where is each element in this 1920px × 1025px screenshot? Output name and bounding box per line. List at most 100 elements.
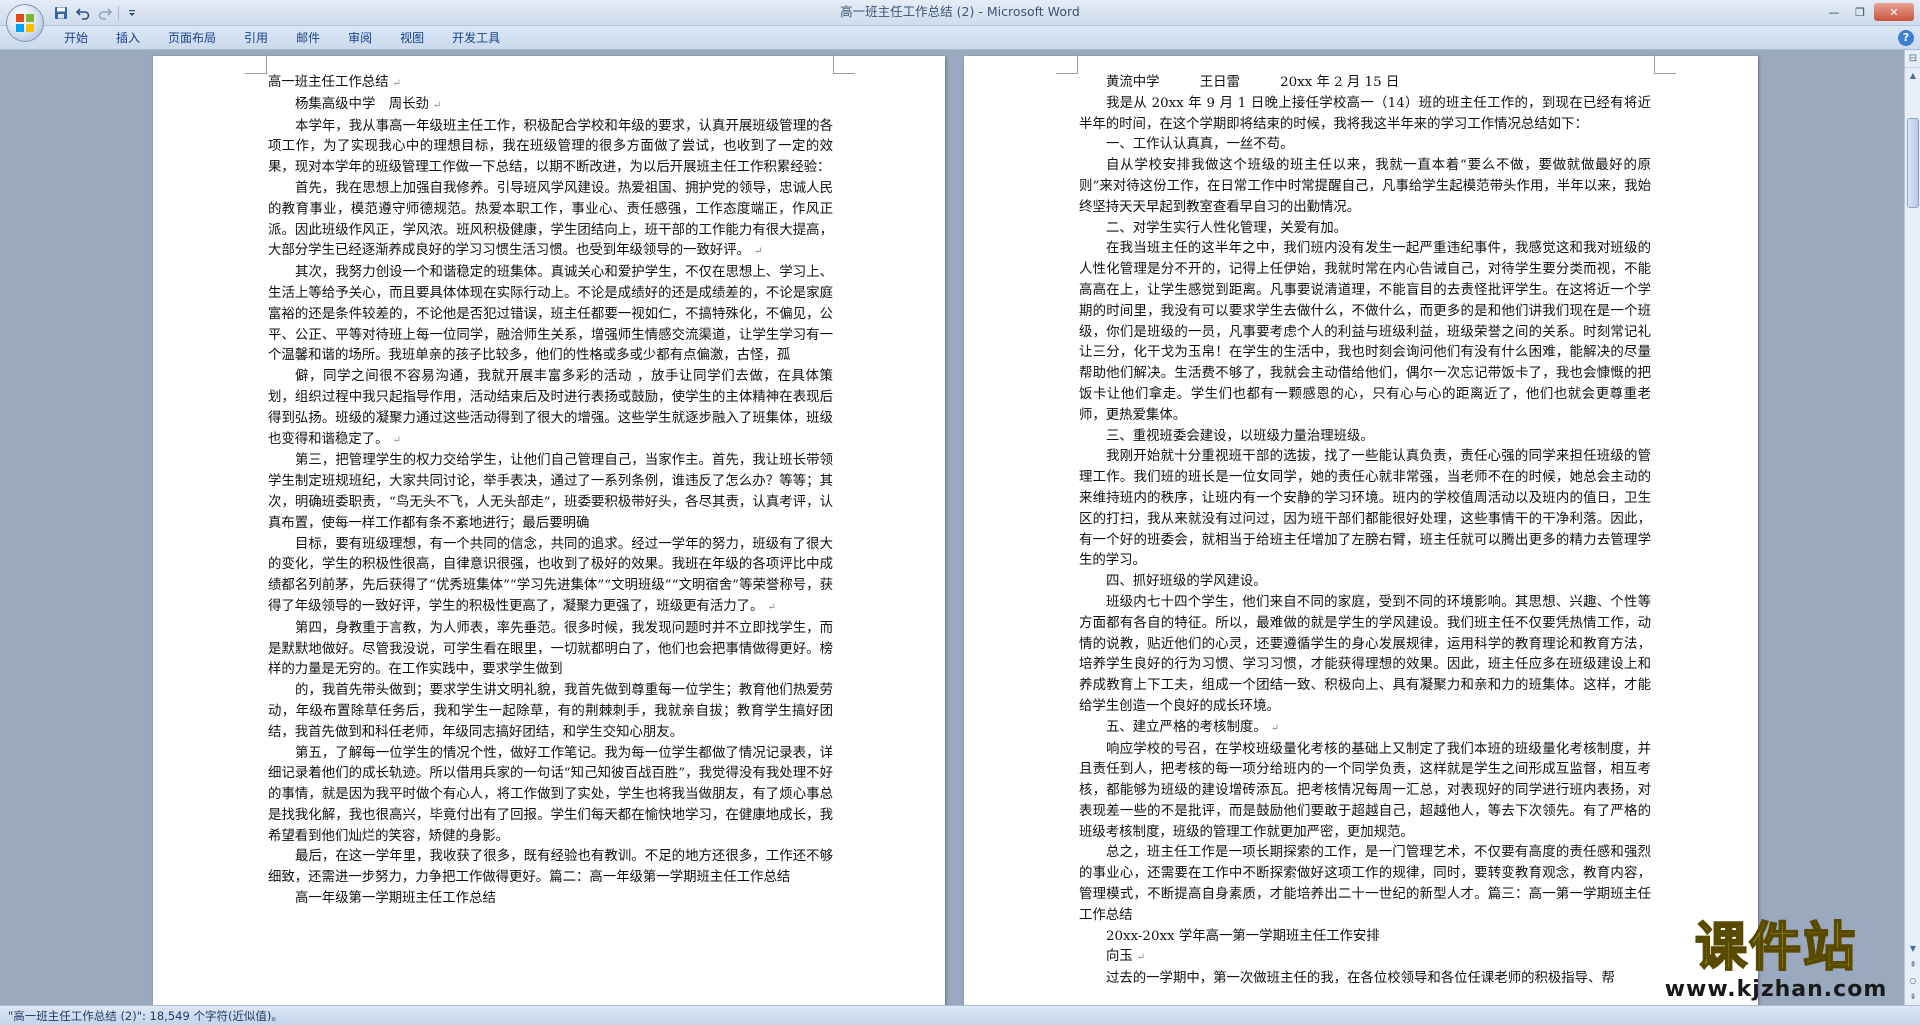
paragraph[interactable]: 向玉 ↵	[1079, 947, 1651, 969]
select-browse-object-icon[interactable]: ○	[1905, 973, 1920, 989]
margin-corner-mark	[1056, 52, 1078, 74]
paragraph-mark-icon: ↵	[432, 99, 442, 111]
paragraph[interactable]: 目标，要有班级理想，有一个共同的信念，共同的追求。经过一学年的努力，班级有了很大…	[268, 535, 833, 619]
paragraph[interactable]: 第五，了解每一位学生的情况个性，做好工作笔记。我为每一位学生都做了情况记录表，详…	[268, 744, 833, 848]
office-button[interactable]	[6, 4, 44, 42]
tab-home[interactable]: 开始	[50, 26, 102, 50]
site-watermark: 课件站 www.kjzhan.com	[1656, 918, 1896, 1003]
paragraph-text: 班级内七十四个学生，他们来自不同的家庭，受到不同的环境影响。其思想、兴趣、个性等…	[1079, 594, 1651, 714]
paragraph-text: 二、对学生实行人性化管理，关爱有加。	[1106, 220, 1348, 236]
paragraph[interactable]: 第三，把管理学生的权力交给学生，让他们自己管理自己，当家作主。首先，我让班长带领…	[268, 451, 833, 534]
paragraph[interactable]: 首先，我在思想上加强自我修养。引导班风学风建设。热爱祖国、拥护党的领导，忠诚人民…	[268, 179, 833, 263]
paragraph[interactable]: 一、工作认认真真，一丝不苟。	[1079, 135, 1651, 156]
paragraph[interactable]: 三、重视班委会建设，以班级力量治理班级。	[1079, 427, 1651, 448]
ribbon-tabs: 开始 插入 页面布局 引用 邮件 审阅 视图 开发工具	[50, 26, 514, 50]
paragraph[interactable]: 其次，我努力创设一个和谐稳定的班集体。真诚关心和爱护学生，不仅在思想上、学习上、…	[268, 263, 833, 367]
undo-icon[interactable]	[74, 4, 92, 22]
tab-page-layout[interactable]: 页面布局	[154, 26, 230, 50]
paragraph[interactable]: 在我当班主任的这半年之中，我们班内没有发生一起严重违纪事件，我感觉这和我对班级的…	[1079, 239, 1651, 426]
paragraph-text: 在我当班主任的这半年之中，我们班内没有发生一起严重违纪事件，我感觉这和我对班级的…	[1079, 241, 1651, 423]
paragraph-text: 黄流中学 王日雷 20xx 年 2 月 15 日	[1106, 75, 1400, 90]
paragraph[interactable]: 自从学校安排我做这个班级的班主任以来，我就一直本着“要么不做，要做就做最好的原则…	[1079, 156, 1651, 218]
window-title: 高一班主任工作总结 (2) - Microsoft Word	[0, 0, 1920, 24]
paragraph-text: 一、工作认认真真，一丝不苟。	[1106, 137, 1294, 153]
tab-developer[interactable]: 开发工具	[438, 26, 514, 50]
paragraph[interactable]: 过去的一学期中，第一次做班主任的我，在各位校领导和各位任课老师的积极指导、帮	[1079, 969, 1651, 990]
close-button[interactable]: ✕	[1874, 3, 1914, 21]
paragraph-mark-icon: ↵	[1136, 952, 1146, 964]
paragraph-text: 三、重视班委会建设，以班级力量治理班级。	[1106, 428, 1374, 444]
paragraph[interactable]: 总之，班主任工作是一项长期探索的工作，是一门管理艺术，不仅要有高度的责任感和强烈…	[1079, 843, 1651, 926]
window-controls: — ❐ ✕	[1822, 3, 1914, 21]
title-bar: 高一班主任工作总结 (2) - Microsoft Word — ❐ ✕	[0, 0, 1920, 42]
paragraph-text: 目标，要有班级理想，有一个共同的信念，共同的追求。经过一学年的努力，班级有了很大…	[268, 536, 833, 614]
paragraph[interactable]: 五、建立严格的考核制度。 ↵	[1079, 718, 1651, 740]
paragraph[interactable]: 高一年级第一学期班主任工作总结	[268, 889, 833, 910]
watermark-url: www.kjzhan.com	[1664, 977, 1888, 1002]
paragraph[interactable]: 响应学校的号召，在学校班级量化考核的基础上又制定了我们本班的班级量化考核制度，并…	[1079, 740, 1651, 844]
save-icon[interactable]	[52, 4, 70, 22]
paragraph[interactable]: 二、对学生实行人性化管理，关爱有加。	[1079, 219, 1651, 240]
paragraph-text: 僻，同学之间很不容易沟通，我就开展丰富多彩的活动 ，放手让同学们去做，在具体策划…	[268, 369, 833, 447]
paragraph[interactable]: 第四，身教重于言教，为人师表，率先垂范。很多时候，我发现问题时并不立即找学生，而…	[268, 619, 833, 681]
scroll-bottom-buttons: ▼ ⇞ ○ ⇟	[1905, 941, 1920, 1005]
maximize-button[interactable]: ❐	[1848, 3, 1872, 21]
scroll-up-icon[interactable]: ▲	[1905, 68, 1920, 84]
paragraph-text: 第四，身教重于言教，为人师表，率先垂范。很多时候，我发现问题时并不立即找学生，而…	[268, 620, 833, 678]
paragraph-text: 本学年，我从事高一年级班主任工作，积极配合学校和年级的要求，认真开展班级管理的各…	[268, 118, 833, 176]
vertical-scrollbar[interactable]: ⊟ ▲ ▼ ⇞ ○ ⇟	[1904, 50, 1920, 1005]
paragraph-text: 四、抓好班级的学风建设。	[1106, 574, 1267, 590]
redo-icon[interactable]	[96, 4, 114, 22]
paragraph-text: 向玉	[1106, 949, 1133, 965]
paragraph[interactable]: 我刚开始就十分重视班干部的选拔，找了一些能认真负责，责任心强的同学来担任班级的管…	[1079, 447, 1651, 572]
paragraph-text: 第三，把管理学生的权力交给学生，让他们自己管理自己，当家作主。首先，我让班长带领…	[268, 453, 833, 531]
paragraph[interactable]: 高一班主任工作总结 ↵	[268, 73, 833, 95]
view-ruler-icon[interactable]: ⊟	[1905, 50, 1920, 68]
paragraph[interactable]: 黄流中学 王日雷 20xx 年 2 月 15 日	[1079, 73, 1651, 94]
scroll-down-icon[interactable]: ▼	[1905, 941, 1920, 957]
paragraph[interactable]: 班级内七十四个学生，他们来自不同的家庭，受到不同的环境影响。其思想、兴趣、个性等…	[1079, 593, 1651, 718]
office-logo-icon	[16, 14, 34, 32]
title-separator: -	[974, 4, 987, 19]
page-text-right: 黄流中学 王日雷 20xx 年 2 月 15 日我是从 20xx 年 9 月 1…	[1079, 73, 1651, 990]
paragraph[interactable]: 四、抓好班级的学风建设。	[1079, 572, 1651, 593]
minimize-button[interactable]: —	[1822, 3, 1846, 21]
tab-review[interactable]: 审阅	[334, 26, 386, 50]
paragraph-text: 20xx-20xx 学年高一第一学期班主任工作安排	[1106, 928, 1380, 944]
paragraph-text: 高一年级第一学期班主任工作总结	[295, 891, 496, 907]
tab-view[interactable]: 视图	[386, 26, 438, 50]
paragraph[interactable]: 杨集高级中学 周长劲 ↵	[268, 95, 833, 117]
margin-corner-mark	[1654, 52, 1676, 74]
paragraph-text: 第五，了解每一位学生的情况个性，做好工作笔记。我为每一位学生都做了情况记录表，详…	[268, 745, 833, 844]
customize-qat-dropdown-icon[interactable]	[123, 4, 141, 22]
document-page-right[interactable]: 黄流中学 王日雷 20xx 年 2 月 15 日我是从 20xx 年 9 月 1…	[964, 52, 1758, 1005]
paragraph[interactable]: 最后，在这一学年里，我收获了很多，既有经验也有教训。不足的地方还很多，工作还不够…	[268, 847, 833, 889]
paragraph[interactable]: 20xx-20xx 学年高一第一学期班主任工作安排	[1079, 927, 1651, 948]
word-count-status[interactable]: "高一班主任工作总结 (2)": 18,549 个字符(近似值)。	[8, 1006, 283, 1025]
paragraph-mark-icon: ↵	[767, 601, 776, 613]
previous-page-icon[interactable]: ⇞	[1905, 957, 1920, 973]
paragraph[interactable]: 我是从 20xx 年 9 月 1 日晚上接任学校高一（14）班的班主任工作的，到…	[1079, 94, 1651, 136]
paragraph-text: 五、建立严格的考核制度。	[1106, 719, 1267, 735]
ribbon-tab-bar: 开始 插入 页面布局 引用 邮件 审阅 视图 开发工具 ?	[0, 26, 1920, 50]
paragraph-mark-icon: ↵	[754, 246, 763, 258]
document-page-left[interactable]: 高一班主任工作总结 ↵ 杨集高级中学 周长劲 ↵ 本学年，我从事高一年级班主任工作，积极…	[153, 52, 945, 1005]
tab-insert[interactable]: 插入	[102, 26, 154, 50]
paragraph[interactable]: 僻，同学之间很不容易沟通，我就开展丰富多彩的活动 ，放手让同学们去做，在具体策划…	[268, 367, 833, 451]
paragraph-text: 总之，班主任工作是一项长期探索的工作，是一门管理艺术，不仅要有高度的责任感和强烈…	[1079, 845, 1651, 923]
help-icon[interactable]: ?	[1898, 30, 1914, 46]
paragraph-text: 响应学校的号召，在学校班级量化考核的基础上又制定了我们本班的班级量化考核制度，并…	[1079, 741, 1651, 840]
paragraph-text: 其次，我努力创设一个和谐稳定的班集体。真诚关心和爱护学生，不仅在思想上、学习上、…	[268, 265, 833, 364]
paragraph[interactable]: 的，我首先带头做到；要求学生讲文明礼貌，我首先做到尊重每一位学生；教育他们热爱劳…	[268, 681, 833, 743]
paragraph-mark-icon: ↵	[1270, 722, 1280, 734]
next-page-icon[interactable]: ⇟	[1905, 989, 1920, 1005]
paragraph-text: 高一班主任工作总结	[268, 75, 389, 90]
margin-corner-mark	[833, 52, 855, 74]
paragraph-mark-icon: ↵	[392, 434, 401, 446]
tab-mailings[interactable]: 邮件	[282, 26, 334, 50]
page-text-left: 高一班主任工作总结 ↵ 杨集高级中学 周长劲 ↵ 本学年，我从事高一年级班主任工作，积极…	[268, 73, 833, 910]
tab-references[interactable]: 引用	[230, 26, 282, 50]
paragraph-text: 杨集高级中学 周长劲	[295, 96, 429, 112]
paragraph[interactable]: 本学年，我从事高一年级班主任工作，积极配合学校和年级的要求，认真开展班级管理的各…	[268, 117, 833, 179]
scroll-thumb[interactable]	[1907, 118, 1919, 208]
